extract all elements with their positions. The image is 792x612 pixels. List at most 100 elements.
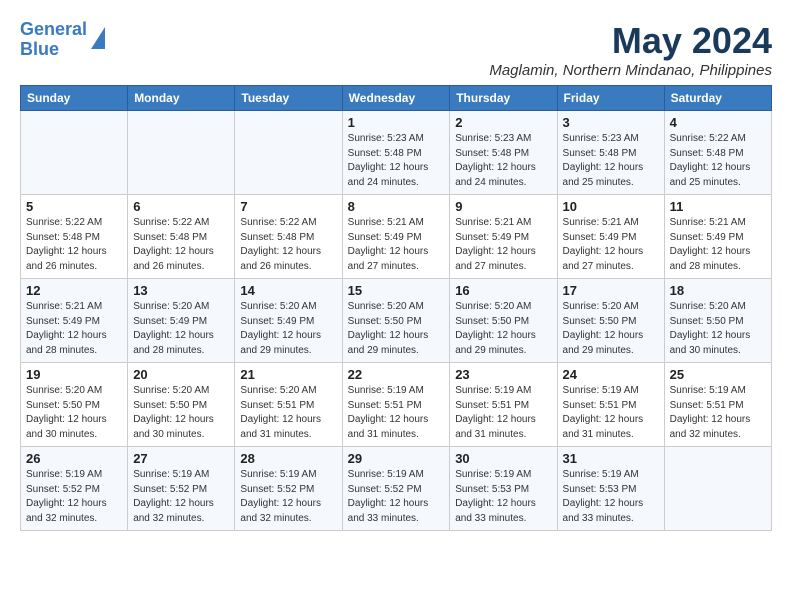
location: Maglamin, Northern Mindanao, Philippines [489,62,772,79]
calendar-cell: 30 Sunrise: 5:19 AM Sunset: 5:53 PM Dayli… [450,447,557,531]
calendar-week-row: 19 Sunrise: 5:20 AM Sunset: 5:50 PM Dayli… [21,363,772,447]
day-detail: Sunrise: 5:22 AM Sunset: 5:48 PM Dayligh… [26,216,122,274]
day-detail: Sunrise: 5:19 AM Sunset: 5:51 PM Dayligh… [670,384,766,442]
calendar-cell: 12 Sunrise: 5:21 AM Sunset: 5:49 PM Dayli… [21,279,128,363]
day-number: 18 [670,283,766,298]
calendar-cell [664,447,771,531]
day-number: 2 [455,115,551,130]
day-number: 21 [240,367,336,382]
calendar-cell: 8 Sunrise: 5:21 AM Sunset: 5:49 PM Daylig… [342,195,450,279]
calendar-cell: 19 Sunrise: 5:20 AM Sunset: 5:50 PM Dayli… [21,363,128,447]
day-detail: Sunrise: 5:19 AM Sunset: 5:52 PM Dayligh… [348,468,445,526]
column-header-saturday: Saturday [664,86,771,111]
calendar-cell: 13Sunrise: 5:20 AM Sunset: 5:49 PM Dayli… [128,279,235,363]
logo: General Blue [20,20,105,60]
calendar-table: SundayMondayTuesdayWednesdayThursdayFrid… [20,85,772,531]
day-detail: Sunrise: 5:19 AM Sunset: 5:53 PM Dayligh… [455,468,551,526]
day-number: 15 [348,283,445,298]
title-block: May 2024 Maglamin, Northern Mindanao, Ph… [489,20,772,79]
day-number: 12 [26,283,122,298]
calendar-cell: 10 Sunrise: 5:21 AM Sunset: 5:49 PM Dayli… [557,195,664,279]
day-detail: Sunrise: 5:19 AM Sunset: 5:53 PM Dayligh… [563,468,659,526]
calendar-cell: 20 Sunrise: 5:20 AM Sunset: 5:50 PM Dayli… [128,363,235,447]
day-number: 27 [133,451,229,466]
day-detail: Sunrise: 5:20 AM Sunset: 5:50 PM Dayligh… [348,300,445,358]
day-number: 10 [563,199,659,214]
calendar-cell: 2 Sunrise: 5:23 AM Sunset: 5:48 PM Daylig… [450,111,557,195]
calendar-cell: 18 Sunrise: 5:20 AM Sunset: 5:50 PM Dayli… [664,279,771,363]
day-number: 8 [348,199,445,214]
calendar-cell [128,111,235,195]
calendar-cell: 7 Sunrise: 5:22 AM Sunset: 5:48 PM Daylig… [235,195,342,279]
calendar-cell: 26 Sunrise: 5:19 AM Sunset: 5:52 PM Dayli… [21,447,128,531]
logo-line2: Blue [20,40,87,60]
page-header: General Blue May 2024 Maglamin, Northern… [20,20,772,79]
logo-line1: General [20,20,87,40]
day-number: 19 [26,367,122,382]
day-number: 6 [133,199,229,214]
column-header-sunday: Sunday [21,86,128,111]
calendar-cell: 31 Sunrise: 5:19 AM Sunset: 5:53 PM Dayli… [557,447,664,531]
column-header-monday: Monday [128,86,235,111]
day-detail: Sunrise: 5:21 AM Sunset: 5:49 PM Dayligh… [455,216,551,274]
calendar-cell: 16 Sunrise: 5:20 AM Sunset: 5:50 PM Dayli… [450,279,557,363]
day-detail: Sunrise: 5:19 AM Sunset: 5:51 PM Dayligh… [563,384,659,442]
calendar-week-row: 5Sunrise: 5:22 AM Sunset: 5:48 PM Daylig… [21,195,772,279]
day-detail: Sunrise: 5:19 AM Sunset: 5:52 PM Dayligh… [133,468,229,526]
day-number: 31 [563,451,659,466]
day-number: 20 [133,367,229,382]
calendar-cell: 4Sunrise: 5:22 AM Sunset: 5:48 PM Daylig… [664,111,771,195]
day-number: 17 [563,283,659,298]
day-detail: Sunrise: 5:21 AM Sunset: 5:49 PM Dayligh… [348,216,445,274]
day-detail: Sunrise: 5:19 AM Sunset: 5:51 PM Dayligh… [455,384,551,442]
calendar-cell: 9 Sunrise: 5:21 AM Sunset: 5:49 PM Daylig… [450,195,557,279]
day-detail: Sunrise: 5:20 AM Sunset: 5:50 PM Dayligh… [670,300,766,358]
day-number: 29 [348,451,445,466]
day-detail: Sunrise: 5:21 AM Sunset: 5:49 PM Dayligh… [563,216,659,274]
day-number: 22 [348,367,445,382]
day-number: 26 [26,451,122,466]
column-header-thursday: Thursday [450,86,557,111]
calendar-cell: 25 Sunrise: 5:19 AM Sunset: 5:51 PM Dayli… [664,363,771,447]
calendar-cell: 28 Sunrise: 5:19 AM Sunset: 5:52 PM Dayli… [235,447,342,531]
day-detail: Sunrise: 5:22 AM Sunset: 5:48 PM Dayligh… [133,216,229,274]
calendar-week-row: 12 Sunrise: 5:21 AM Sunset: 5:49 PM Dayli… [21,279,772,363]
day-number: 24 [563,367,659,382]
day-number: 30 [455,451,551,466]
day-detail: Sunrise: 5:23 AM Sunset: 5:48 PM Dayligh… [348,132,445,190]
day-detail: Sunrise: 5:23 AM Sunset: 5:48 PM Dayligh… [455,132,551,190]
day-number: 16 [455,283,551,298]
calendar-week-row: 26 Sunrise: 5:19 AM Sunset: 5:52 PM Dayli… [21,447,772,531]
day-detail: Sunrise: 5:20 AM Sunset: 5:49 PM Dayligh… [133,300,229,358]
day-detail: Sunrise: 5:19 AM Sunset: 5:52 PM Dayligh… [240,468,336,526]
day-detail: Sunrise: 5:20 AM Sunset: 5:50 PM Dayligh… [133,384,229,442]
day-detail: Sunrise: 5:20 AM Sunset: 5:50 PM Dayligh… [26,384,122,442]
logo-triangle-icon [91,27,105,49]
calendar-cell [235,111,342,195]
calendar-cell: 5Sunrise: 5:22 AM Sunset: 5:48 PM Daylig… [21,195,128,279]
day-detail: Sunrise: 5:21 AM Sunset: 5:49 PM Dayligh… [26,300,122,358]
day-detail: Sunrise: 5:21 AM Sunset: 5:49 PM Dayligh… [670,216,766,274]
month-title: May 2024 [489,20,772,62]
day-number: 3 [563,115,659,130]
calendar-week-row: 1Sunrise: 5:23 AM Sunset: 5:48 PM Daylig… [21,111,772,195]
day-detail: Sunrise: 5:22 AM Sunset: 5:48 PM Dayligh… [240,216,336,274]
calendar-header: SundayMondayTuesdayWednesdayThursdayFrid… [21,86,772,111]
day-number: 23 [455,367,551,382]
day-detail: Sunrise: 5:20 AM Sunset: 5:50 PM Dayligh… [455,300,551,358]
calendar-cell [21,111,128,195]
column-header-tuesday: Tuesday [235,86,342,111]
calendar-cell: 24 Sunrise: 5:19 AM Sunset: 5:51 PM Dayli… [557,363,664,447]
day-number: 7 [240,199,336,214]
day-detail: Sunrise: 5:20 AM Sunset: 5:50 PM Dayligh… [563,300,659,358]
calendar-cell: 14Sunrise: 5:20 AM Sunset: 5:49 PM Dayli… [235,279,342,363]
calendar-cell: 15 Sunrise: 5:20 AM Sunset: 5:50 PM Dayli… [342,279,450,363]
day-number: 28 [240,451,336,466]
day-detail: Sunrise: 5:22 AM Sunset: 5:48 PM Dayligh… [670,132,766,190]
day-number: 9 [455,199,551,214]
day-detail: Sunrise: 5:19 AM Sunset: 5:51 PM Dayligh… [348,384,445,442]
day-number: 11 [670,199,766,214]
day-number: 25 [670,367,766,382]
calendar-cell: 21Sunrise: 5:20 AM Sunset: 5:51 PM Dayli… [235,363,342,447]
day-detail: Sunrise: 5:19 AM Sunset: 5:52 PM Dayligh… [26,468,122,526]
